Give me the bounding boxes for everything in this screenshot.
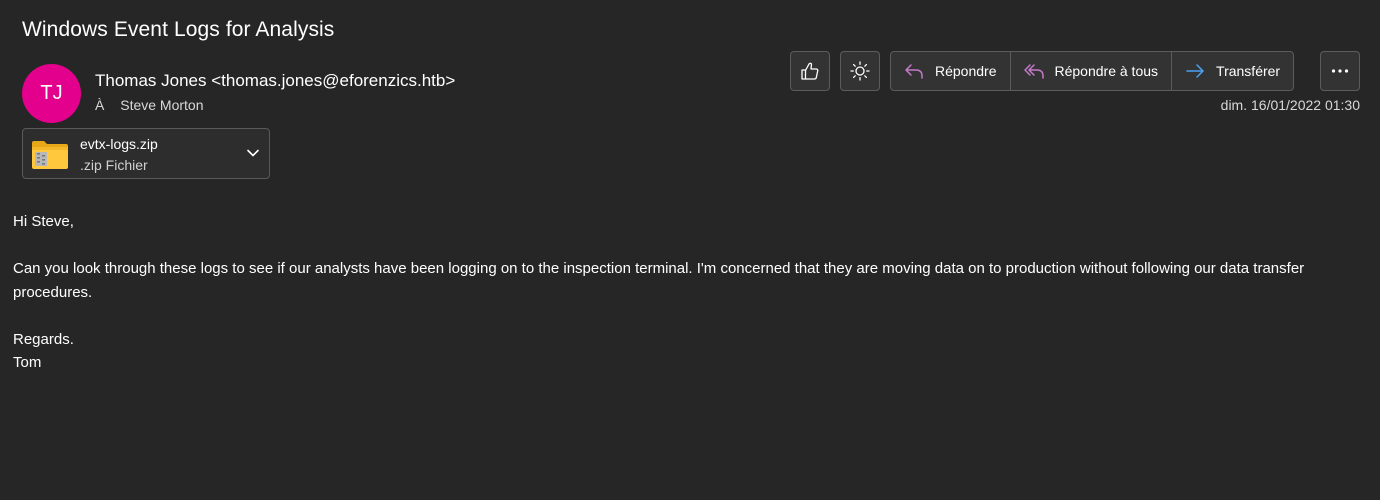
reply-all-icon [1023, 64, 1044, 79]
avatar-initials: TJ [40, 82, 63, 104]
like-button[interactable] [790, 51, 830, 91]
reply-all-label: Répondre à tous [1054, 63, 1159, 79]
body-paragraph: Can you look through these logs to see i… [13, 260, 1305, 301]
forward-arrow-icon [1186, 64, 1204, 78]
body-closing: Regards. [13, 330, 74, 348]
sun-icon [850, 61, 870, 81]
zip-folder-icon [32, 141, 68, 169]
received-date: dim. 16/01/2022 01:30 [1220, 97, 1360, 113]
attachment-name: evtx-logs.zip [80, 136, 158, 152]
attachment-card[interactable]: evtx-logs.zip .zip Fichier [22, 128, 270, 179]
reply-actions-group: Répondre Répondre à tous Transférer [890, 51, 1295, 91]
reply-all-button[interactable]: Répondre à tous [1009, 52, 1172, 90]
more-icon [1331, 69, 1349, 73]
reply-icon [905, 64, 923, 79]
body-signature: Tom [13, 354, 42, 371]
immersive-reader-button[interactable] [840, 51, 880, 91]
more-actions-button[interactable] [1320, 51, 1360, 91]
email-reading-pane: Windows Event Logs for Analysis TJ Thoma… [0, 0, 1380, 500]
recipient-row: À Steve Morton [95, 97, 204, 113]
email-subject: Windows Event Logs for Analysis [22, 18, 335, 41]
reply-label: Répondre [935, 63, 997, 79]
chevron-down-icon[interactable] [245, 145, 261, 161]
sender-name[interactable]: Thomas Jones <thomas.jones@eforenzics.ht… [95, 71, 455, 91]
attachment-type: .zip Fichier [80, 157, 148, 173]
recipient-name[interactable]: Steve Morton [120, 97, 203, 113]
forward-label: Transférer [1216, 63, 1281, 79]
forward-button[interactable]: Transférer [1171, 52, 1293, 90]
sender-avatar[interactable]: TJ [22, 64, 81, 123]
thumbs-up-icon [801, 62, 819, 80]
to-label: À [95, 97, 105, 113]
email-body: Hi Steve, Can you look through these log… [13, 210, 1363, 375]
body-greeting: Hi Steve, [13, 213, 74, 230]
reply-button[interactable]: Répondre [891, 52, 1009, 90]
